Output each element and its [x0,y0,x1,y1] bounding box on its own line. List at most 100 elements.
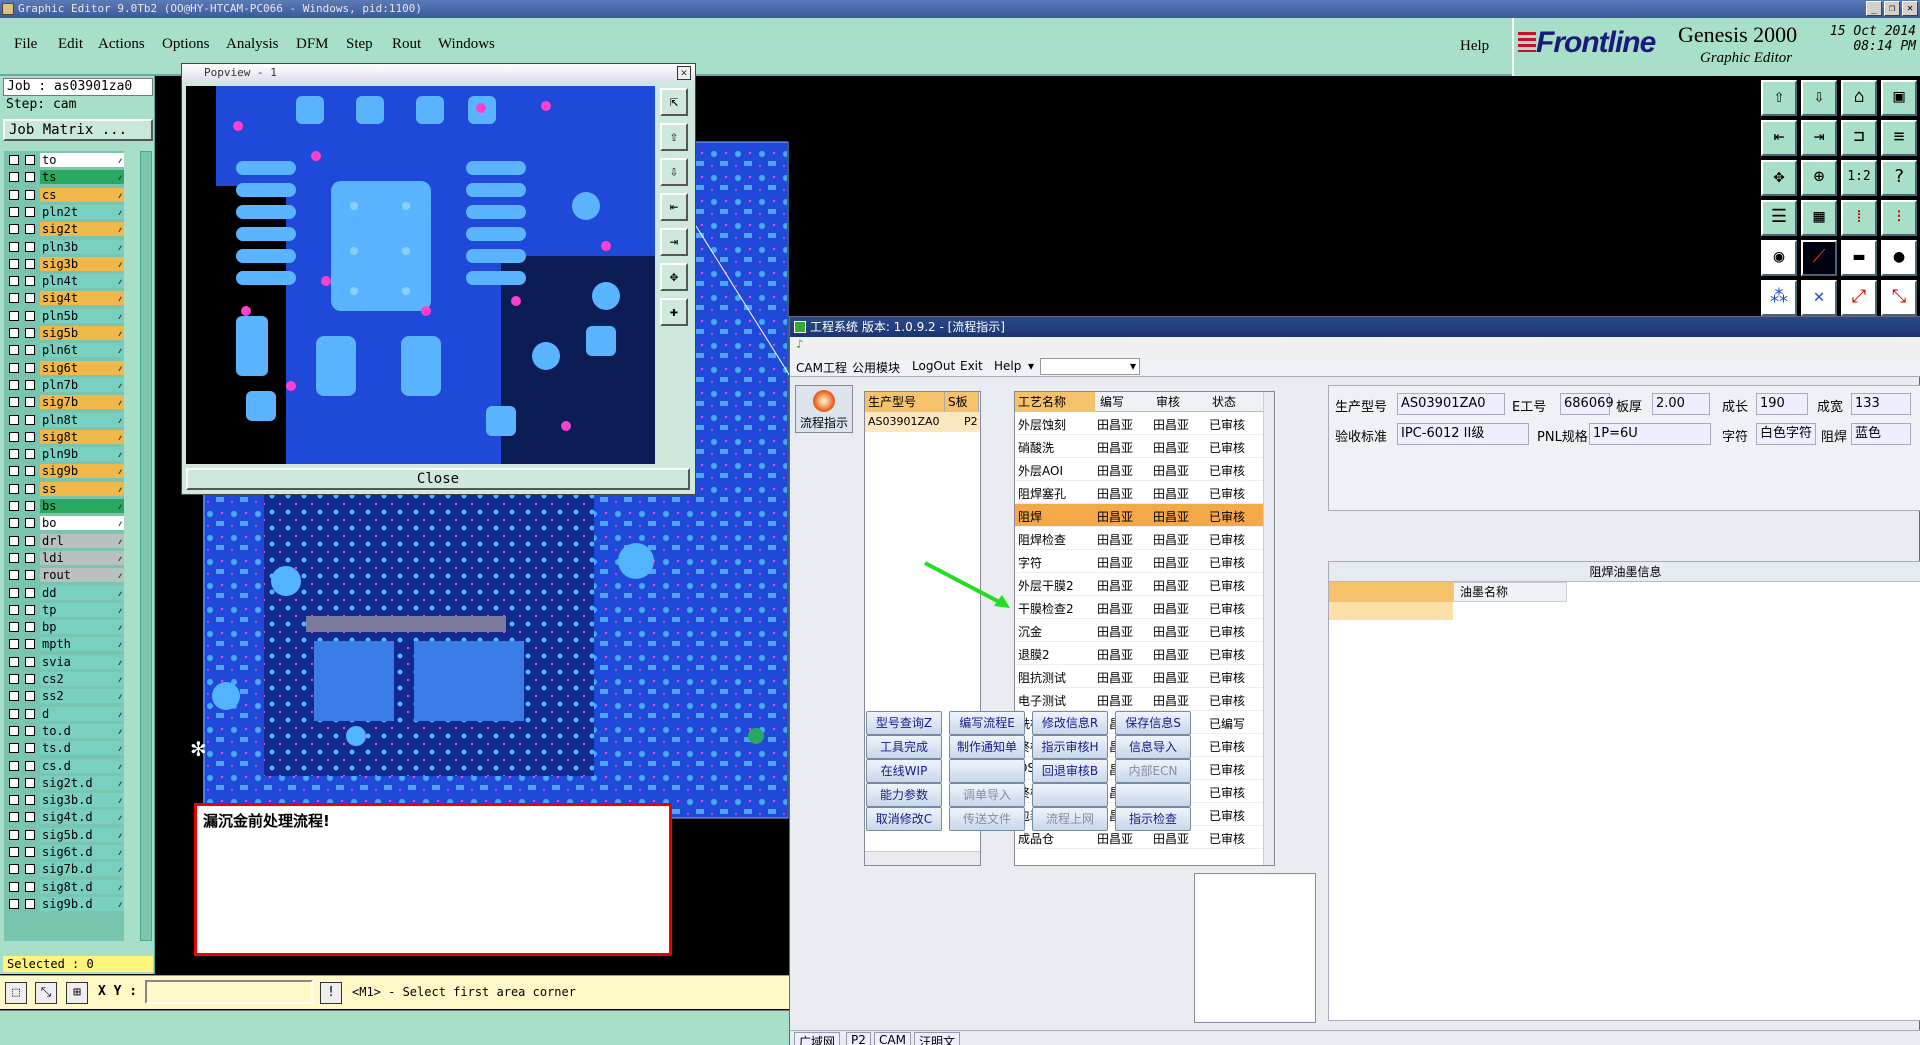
layer-affect-checkbox[interactable] [25,743,35,754]
layer-row[interactable]: bo [4,516,124,531]
process-row[interactable]: 阻焊检查 田昌亚 田昌亚 已审核 [1015,527,1265,550]
route-icon[interactable]: ⤡ [1881,280,1917,316]
layer-affect-checkbox[interactable] [25,535,35,546]
layer-visible-checkbox[interactable] [9,656,19,667]
cam-button[interactable] [949,759,1025,783]
popview-close-button[interactable]: Close [186,468,690,490]
layer-visible-checkbox[interactable] [9,604,19,615]
restore-button[interactable]: ❐ [1884,1,1900,16]
layer-visible-checkbox[interactable] [9,241,19,252]
cam-button[interactable]: 指示检查 [1115,807,1191,831]
layer-row[interactable]: sig5b.d [4,827,124,842]
layer-row[interactable]: dd [4,585,124,600]
layer-name[interactable]: drl [40,533,124,548]
layer-row[interactable]: sig2t [4,222,124,237]
layer-visible-checkbox[interactable] [9,691,19,702]
layer-name[interactable]: to [40,153,124,167]
layer-row[interactable]: cs2 [4,672,124,686]
tab-wan[interactable]: 广域网 [794,1032,841,1045]
layer-name[interactable]: pln7b [40,377,124,392]
popview-close-icon[interactable]: ✕ [677,66,691,80]
layer-scrollbar[interactable] [140,151,152,941]
layer-affect-checkbox[interactable] [25,189,35,200]
layer-visible-checkbox[interactable] [9,552,19,563]
layer-row[interactable]: sig9b.d [4,896,124,911]
layer-row[interactable]: d [4,706,124,721]
layer-affect-checkbox[interactable] [25,224,35,235]
part-header-board[interactable]: S板 [945,392,979,412]
cam-title-bar[interactable]: 工程系统 版本: 1.0.9.2 - [流程指示] [790,317,1920,337]
flow-icon[interactable]: ♪ [796,337,803,351]
cam-button[interactable]: 回退审核B [1032,759,1108,783]
layer-name[interactable]: ts [40,170,124,185]
menu-help[interactable]: Help [1460,38,1489,55]
layer-name[interactable]: pln9b [40,447,124,462]
layer-name[interactable]: mpth [40,637,124,652]
drill-icon[interactable]: ⁞ [1841,200,1877,236]
value-length[interactable]: 190 [1756,393,1808,415]
cam-menu-engineering[interactable]: CAM工程 [796,359,847,376]
menu-options[interactable]: Options [162,36,210,53]
layer-name[interactable]: sig5b [40,326,124,340]
cam-button[interactable] [1115,783,1191,807]
ink-row[interactable] [1329,602,1453,620]
zoom-center-icon[interactable]: ⊕ [1801,160,1837,196]
layer-affect-checkbox[interactable] [25,155,35,165]
cam-menu-exit[interactable]: Exit [960,359,983,373]
layer-affect-checkbox[interactable] [25,379,35,390]
layer-name[interactable]: cs.d [40,758,124,773]
layer-visible-checkbox[interactable] [9,847,19,857]
process-row[interactable]: 阻焊塞孔 田昌亚 田昌亚 已审核 [1015,481,1265,504]
layer-visible-checkbox[interactable] [9,379,19,390]
layer-row[interactable]: pln6t [4,343,124,358]
layer-name[interactable]: pln3b [40,239,124,254]
layer-name[interactable]: sig4t.d [40,810,124,825]
layer-name[interactable]: sig6t.d [40,845,124,859]
cam-button[interactable] [1032,783,1108,807]
layer-name[interactable]: pln4t [40,274,124,289]
layer-name[interactable]: sig2t.d [40,775,124,790]
layer-affect-checkbox[interactable] [25,587,35,598]
layer-visible-checkbox[interactable] [9,362,19,373]
part-header-model[interactable]: 生产型号 [865,392,945,412]
layers-icon[interactable]: ☰ [1761,200,1797,236]
close-button[interactable]: ✕ [1902,1,1918,16]
layer-name[interactable]: ss [40,481,124,496]
layer-name[interactable]: tp [40,602,124,617]
cam-menu-common[interactable]: 公用模块 [852,359,900,376]
layer-row[interactable]: sig5b [4,326,124,340]
cam-button[interactable]: 取消修改C [866,807,942,831]
process-row[interactable]: 外层干膜2 田昌亚 田昌亚 已审核 [1015,573,1265,596]
scale-icon[interactable]: 1:2 [1841,160,1877,196]
tab-cam[interactable]: CAM [874,1032,911,1045]
layer-name[interactable]: ldi [40,550,124,565]
layer-affect-checkbox[interactable] [25,570,35,581]
pan-right-icon[interactable]: ⇥ [660,228,688,256]
zoom-in-icon[interactable]: ⇧ [660,123,688,151]
cam-button[interactable]: 修改信息R [1032,711,1108,735]
pan-left-icon[interactable]: ⇤ [660,193,688,221]
layer-name[interactable]: sig8t [40,429,124,444]
layer-visible-checkbox[interactable] [9,898,19,909]
cam-button[interactable]: 制作通知单 [949,735,1025,759]
cam-button[interactable]: 信息导入 [1115,735,1191,759]
menu-file[interactable]: File [14,36,37,53]
part-header-extra[interactable]: 工 [979,392,980,412]
zoom-fit-icon[interactable]: ✥ [1761,160,1797,196]
layer-visible-checkbox[interactable] [9,777,19,788]
part-hscroll[interactable] [865,851,980,865]
layer-row[interactable]: pln9b [4,447,124,462]
layer-name[interactable]: ss2 [40,689,124,704]
layer-name[interactable]: ts.d [40,741,124,756]
layer-affect-checkbox[interactable] [25,656,35,667]
connect-icon[interactable]: ⤢ [1841,280,1877,316]
layer-row[interactable]: mpth [4,637,124,652]
layer-row[interactable]: pln8t [4,412,124,427]
layer-row[interactable]: ts [4,170,124,185]
value-eno[interactable]: 686069 [1560,393,1614,415]
menu-windows[interactable]: Windows [438,36,495,53]
layer-row[interactable]: cs.d [4,758,124,773]
cam-dropdown[interactable] [1040,358,1140,375]
layer-visible-checkbox[interactable] [9,328,19,338]
layer-affect-checkbox[interactable] [25,276,35,287]
